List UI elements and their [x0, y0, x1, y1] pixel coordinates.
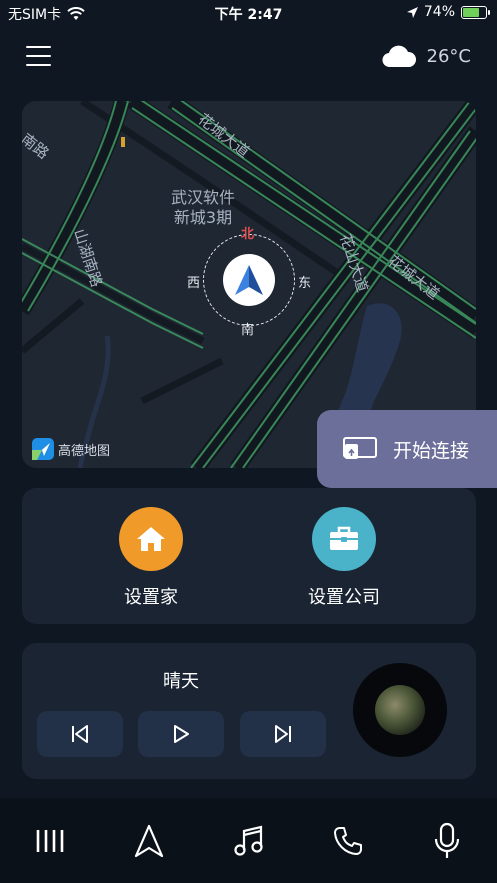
home-icon-circle — [119, 507, 183, 571]
microphone-icon — [435, 822, 460, 858]
cloud-icon — [381, 45, 416, 68]
top-bar: 26°C — [0, 40, 497, 76]
set-home-button[interactable]: 设置家 — [76, 507, 226, 609]
battery-icon — [461, 5, 490, 19]
album-disc[interactable] — [353, 663, 447, 757]
status-bar: 无SIM卡 下午 2:47 74% — [0, 0, 497, 26]
battery-level — [463, 7, 479, 17]
screen-cast-icon — [343, 437, 377, 459]
music-icon — [233, 825, 263, 856]
set-home-label: 设置家 — [124, 587, 178, 608]
start-connection-button[interactable]: 开始连接 — [317, 410, 497, 488]
compass-west: 西 — [187, 276, 201, 291]
album-art — [375, 685, 425, 735]
previous-icon — [72, 725, 88, 743]
compass[interactable]: 北 南 西 东 — [187, 227, 311, 338]
compass-east: 东 — [297, 276, 311, 291]
current-location-marker — [223, 254, 275, 306]
nav-music[interactable] — [199, 798, 298, 883]
nav-navigation[interactable] — [99, 798, 198, 883]
set-company-label: 设置公司 — [308, 587, 380, 608]
compass-south: 南 — [241, 323, 255, 338]
location-arrow-icon — [406, 6, 418, 18]
set-company-button[interactable]: 设置公司 — [269, 507, 419, 609]
nav-phone[interactable] — [298, 798, 397, 883]
navigation-arrow-icon — [235, 265, 263, 295]
quick-places-card: 设置家 设置公司 — [22, 488, 476, 624]
temperature: 26°C — [426, 45, 471, 67]
phone-icon — [333, 826, 362, 855]
song-title: 晴天 — [163, 671, 199, 692]
weather-widget: 26°C — [381, 44, 471, 68]
area-label-line1: 武汉软件 — [171, 188, 235, 207]
music-player-card: 晴天 — [22, 643, 476, 779]
play-icon — [174, 725, 189, 743]
apps-icon — [36, 829, 64, 852]
nav-apps[interactable] — [0, 798, 99, 883]
map-provider-logo: 高德地图 — [32, 438, 110, 460]
bottom-navigation — [0, 798, 497, 883]
briefcase-icon-circle — [312, 507, 376, 571]
amap-logo-icon — [32, 438, 54, 460]
map-provider-name: 高德地图 — [58, 443, 111, 459]
previous-track-button[interactable] — [37, 711, 123, 757]
compass-north: 北 — [241, 227, 255, 242]
next-icon — [275, 725, 291, 743]
navigation-icon — [135, 824, 164, 857]
menu-icon[interactable] — [26, 46, 51, 66]
home-icon — [137, 527, 165, 551]
briefcase-icon — [330, 526, 358, 550]
play-button[interactable] — [138, 711, 224, 757]
start-connection-label: 开始连接 — [393, 439, 470, 462]
area-label-line2: 新城3期 — [174, 208, 232, 227]
battery-percent: 74% — [423, 4, 455, 20]
nav-voice[interactable] — [398, 798, 497, 883]
next-track-button[interactable] — [240, 711, 326, 757]
